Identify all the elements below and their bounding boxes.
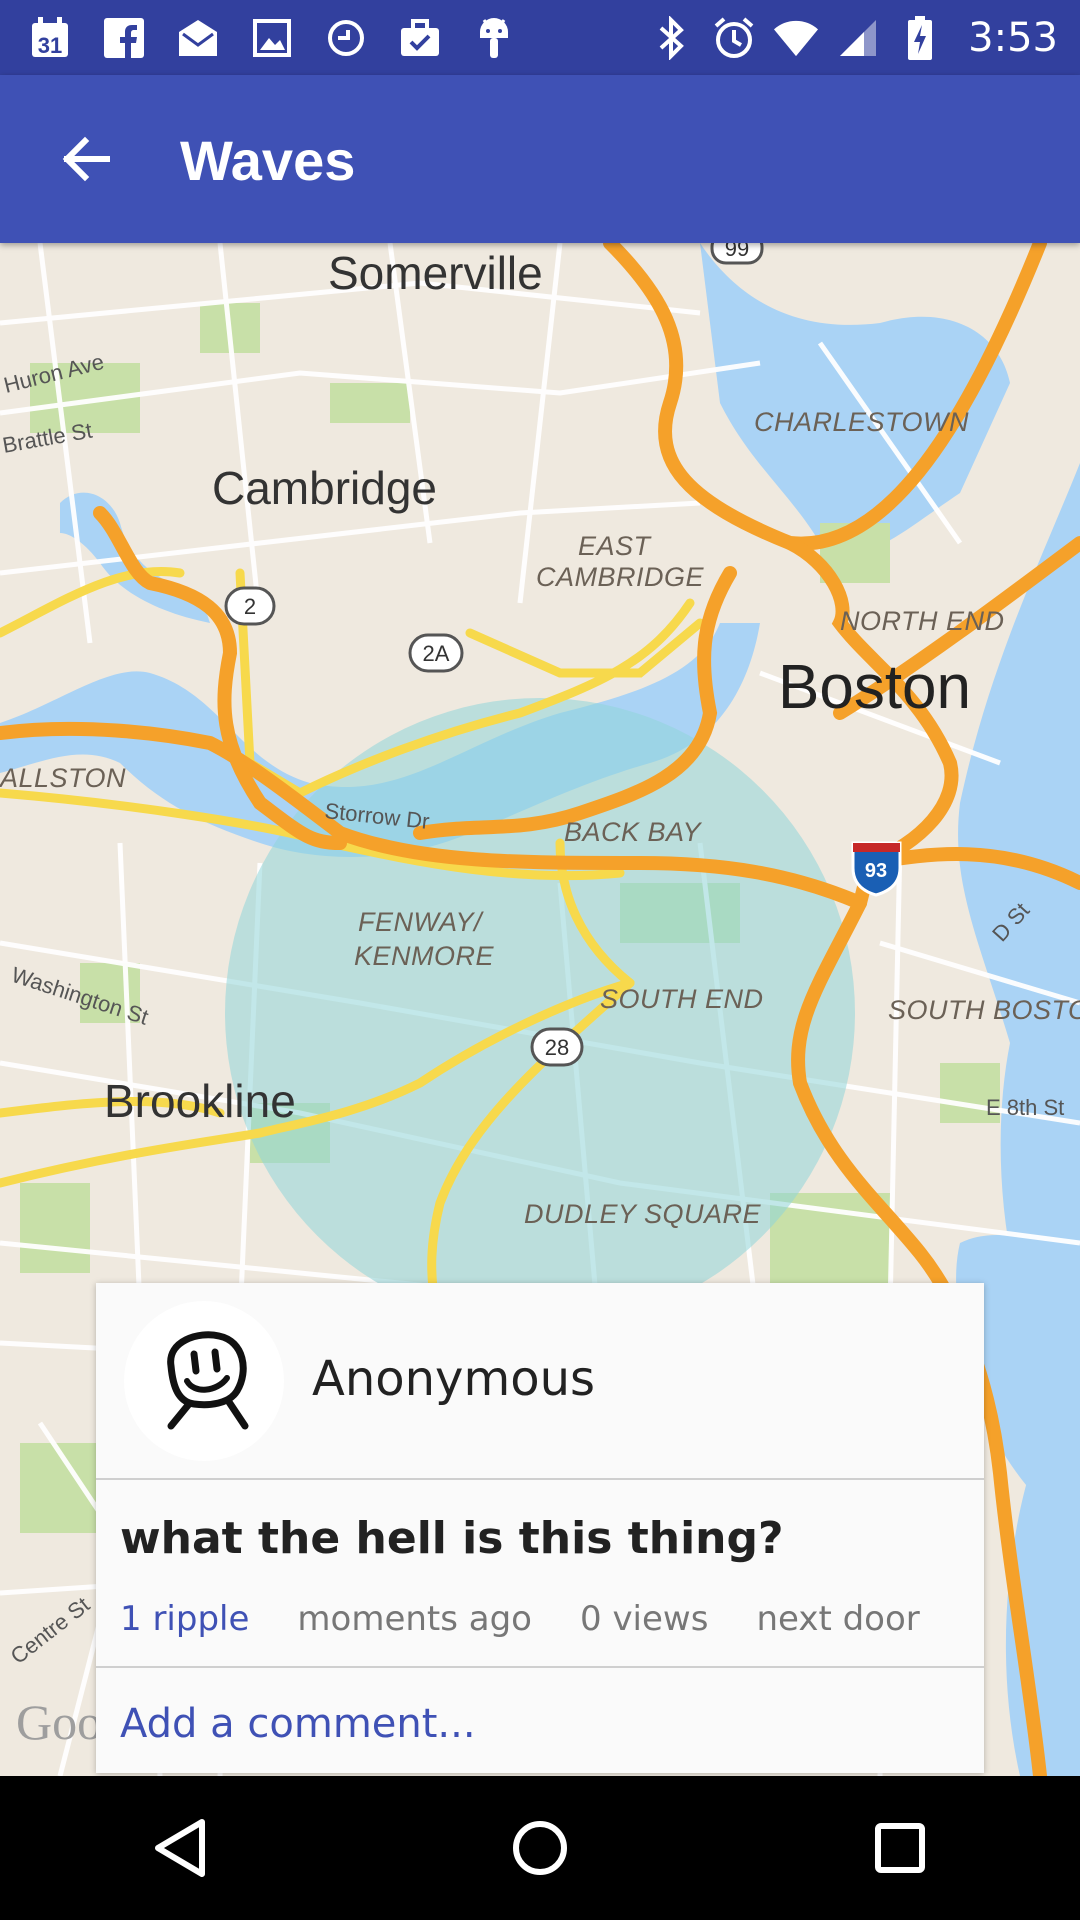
add-comment-button[interactable]: Add a comment... (120, 1701, 476, 1747)
mail-icon (176, 16, 220, 60)
map-label-somerville: Somerville (328, 247, 543, 299)
map-label-fenway: FENWAY/ (358, 907, 484, 937)
app-bar: Waves (0, 75, 1080, 243)
route-2-shield: 2 (224, 586, 276, 626)
notification-icons: 31 (28, 0, 516, 75)
view-count: 0 views (580, 1599, 709, 1639)
arrow-left-icon (62, 136, 110, 182)
post-card[interactable]: Anonymous what the hell is this thing? 1… (96, 1283, 984, 1773)
alarm-icon (712, 16, 756, 60)
route-2a-shield: 2A (408, 633, 464, 673)
gallery-icon (250, 16, 294, 60)
post-card-header: Anonymous (96, 1283, 984, 1480)
map-label-back-bay: BACK BAY (564, 817, 703, 847)
map-label-brookline: Brookline (104, 1075, 296, 1127)
avatar[interactable] (124, 1301, 284, 1461)
status-time: 3:53 (968, 14, 1058, 61)
nav-home-button[interactable] (480, 1788, 600, 1908)
map-label-east: EAST (578, 531, 653, 561)
wifi-icon (774, 16, 819, 60)
google-attribution: Goo (16, 1694, 103, 1750)
svg-text:28: 28 (545, 1035, 569, 1060)
map-label-e-8th-st: E 8th St (986, 1095, 1064, 1120)
svg-text:2A: 2A (423, 641, 450, 666)
map-label-south-end: SOUTH END (600, 984, 764, 1014)
map-label-kenmore: KENMORE (354, 941, 495, 971)
signal-icon (836, 16, 880, 60)
author-name: Anonymous (312, 1351, 596, 1407)
system-icons: 3:53 (650, 0, 1058, 75)
map-label-dudley-square: DUDLEY SQUARE (524, 1199, 762, 1229)
android-icon (472, 16, 516, 60)
post-time: moments ago (297, 1599, 532, 1639)
post-text: what the hell is this thing? (120, 1513, 784, 1564)
svg-text:93: 93 (865, 860, 887, 882)
map-label-cambridge: Cambridge (212, 462, 437, 514)
card-divider (96, 1666, 984, 1668)
map-label-east-cambridge: CAMBRIDGE (536, 562, 705, 592)
route-99-shield: 99 (710, 243, 764, 265)
ripple-count-link[interactable]: 1 ripple (120, 1599, 249, 1639)
status-bar: 31 3:53 (0, 0, 1080, 75)
briefcase-icon (398, 16, 442, 60)
post-meta: 1 ripple moments ago 0 views next door (120, 1599, 920, 1639)
map-label-boston: Boston (778, 653, 971, 722)
svg-text:2: 2 (244, 594, 256, 619)
page-title: Waves (180, 129, 356, 192)
nav-recents-icon (875, 1823, 925, 1873)
post-distance: next door (756, 1599, 920, 1639)
bluetooth-icon (650, 15, 694, 60)
nav-back-button[interactable] (120, 1788, 240, 1908)
map-label-allston: ALLSTON (0, 763, 126, 793)
map-label-charlestown: CHARLESTOWN (754, 407, 969, 437)
route-28-shield: 28 (530, 1027, 584, 1067)
nav-recents-button[interactable] (840, 1788, 960, 1908)
nav-back-icon (155, 1819, 205, 1877)
interstate-93-shield: 93 (851, 841, 902, 897)
calendar-day: 31 (38, 33, 62, 58)
map-label-north-end: NORTH END (840, 606, 1005, 636)
system-nav-bar (0, 1776, 1080, 1920)
nav-home-icon (513, 1821, 567, 1875)
smiley-avatar-icon (167, 1331, 249, 1430)
back-button[interactable] (40, 121, 130, 197)
svg-text:99: 99 (725, 243, 749, 261)
clock-app-icon (324, 16, 368, 60)
facebook-icon (102, 16, 146, 60)
screen: 31 3:53 Waves Somerville Cambridge Bosto… (0, 0, 1080, 1920)
map-label-south-boston: SOUTH BOSTON (888, 995, 1080, 1025)
battery-icon (898, 15, 942, 60)
calendar-icon: 31 (28, 16, 72, 60)
